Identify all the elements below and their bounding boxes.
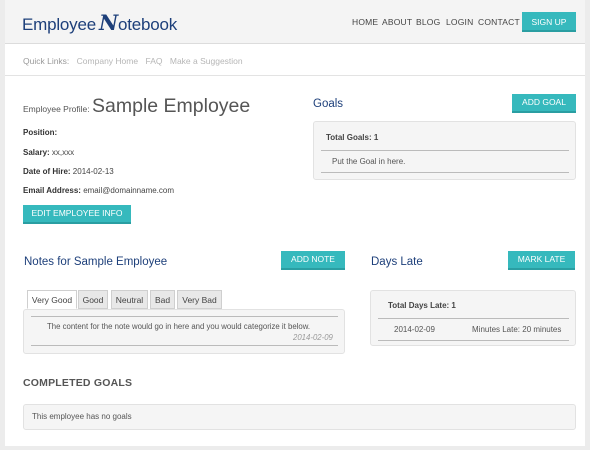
nav-blog[interactable]: BLOG (416, 17, 440, 27)
edit-employee-info-button[interactable]: EDIT EMPLOYEE INFO (23, 205, 131, 224)
field-position: Position: (23, 128, 57, 137)
quick-links-title: Quick Links: (23, 56, 70, 66)
divider (5, 75, 585, 76)
logo-mark: N (99, 10, 118, 35)
header-bar: Employee Notebook HOME ABOUT BLOG LOGIN C… (5, 0, 585, 44)
logo[interactable]: Employee Notebook (22, 10, 177, 35)
add-note-button[interactable]: ADD NOTE (281, 251, 345, 270)
mark-late-button[interactable]: MARK LATE (508, 251, 575, 270)
position-label: Position: (23, 128, 58, 137)
logo-text-rest: otebook (118, 15, 178, 34)
hire-value: 2014-02-13 (72, 167, 114, 176)
profile-label: Employee Profile: (23, 104, 90, 114)
signup-button[interactable]: SIGN UP (522, 12, 576, 32)
days-late-divider-bottom (378, 340, 569, 341)
tab-neutral[interactable]: Neutral (111, 290, 148, 309)
page: Employee Notebook HOME ABOUT BLOG LOGIN C… (5, 0, 585, 446)
tab-very-bad[interactable]: Very Bad (177, 290, 222, 309)
days-late-minutes: Minutes Late: 20 minutes (472, 325, 562, 334)
goals-total: Total Goals: 1 (326, 133, 379, 142)
salary-label: Salary: (23, 148, 50, 157)
nav-about[interactable]: ABOUT (382, 17, 412, 27)
hire-label: Date of Hire: (23, 167, 71, 176)
nav-contact[interactable]: CONTACT (478, 17, 520, 27)
goal-item: Put the Goal in here. (332, 157, 406, 166)
salary-value: xx,xxx (51, 148, 75, 157)
tab-good[interactable]: Good (78, 290, 108, 309)
profile-name: Sample Employee (92, 95, 251, 117)
quick-link-faq[interactable]: FAQ (145, 56, 162, 66)
completed-goals-title: COMPLETED GOALS (23, 377, 133, 389)
nav-home[interactable]: HOME (352, 17, 378, 27)
field-hire-date: Date of Hire: 2014-02-13 (23, 167, 114, 176)
days-late-divider-top (378, 318, 569, 319)
logo-text: Employee (22, 15, 96, 34)
tab-very-good[interactable]: Very Good (27, 290, 77, 309)
field-salary: Salary: xx,xxx (23, 148, 74, 157)
email-label: Email Address: (23, 186, 81, 195)
quick-links: Quick Links: Company Home FAQ Make a Sug… (23, 56, 248, 66)
goals-divider-top (321, 150, 569, 151)
note-date: 2014-02-09 (293, 333, 333, 342)
quick-link-suggestion[interactable]: Make a Suggestion (170, 56, 243, 66)
add-goal-button[interactable]: ADD GOAL (512, 94, 576, 113)
days-late-date: 2014-02-09 (394, 325, 435, 334)
note-text: The content for the note would go in her… (47, 322, 311, 331)
days-late-total: Total Days Late: 1 (388, 301, 456, 310)
completed-goals-empty: This employee has no goals (32, 412, 132, 421)
tab-bad[interactable]: Bad (150, 290, 175, 309)
notes-title: Notes for Sample Employee (24, 256, 168, 268)
quick-link-company-home[interactable]: Company Home (77, 56, 138, 66)
nav-login[interactable]: LOGIN (446, 17, 473, 27)
field-email: Email Address: email@domainname.com (23, 186, 174, 195)
email-value: email@domainname.com (83, 186, 175, 195)
note-divider-bottom (31, 345, 338, 346)
goals-title: Goals (313, 98, 344, 110)
goals-divider-bottom (321, 172, 569, 173)
note-divider-top (31, 316, 338, 317)
days-late-title: Days Late (371, 256, 423, 268)
